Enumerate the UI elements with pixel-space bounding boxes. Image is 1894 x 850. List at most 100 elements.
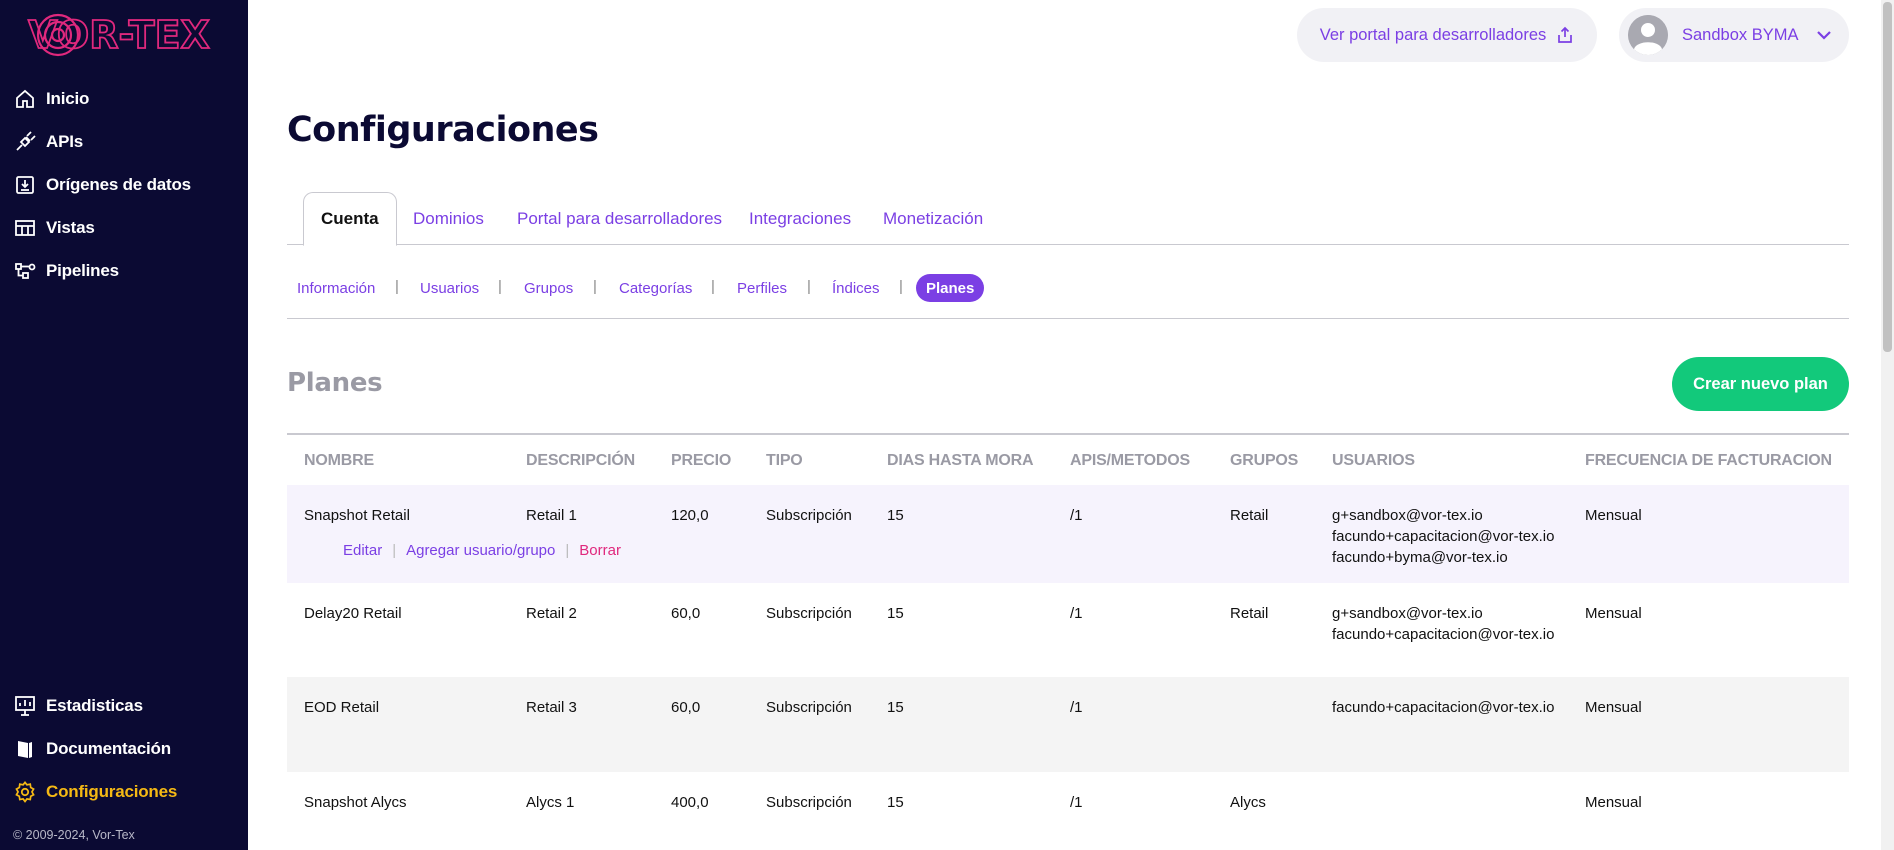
add-user-group-link[interactable]: Agregar usuario/grupo bbox=[406, 542, 555, 559]
sidebar-item-apis[interactable]: APIs bbox=[0, 120, 248, 163]
sidebar-item-origenes[interactable]: Orígenes de datos bbox=[0, 163, 248, 206]
separator: | bbox=[565, 542, 570, 559]
column-header[interactable]: PRECIO bbox=[671, 452, 731, 470]
table-row[interactable]: Snapshot Retail Retail 1 120,0 Subscripc… bbox=[287, 485, 1849, 583]
tab-monetizacion[interactable]: Monetización bbox=[883, 192, 983, 245]
tab-dominios[interactable]: Dominios bbox=[413, 192, 484, 245]
sidebar-item-pipelines[interactable]: Pipelines bbox=[0, 249, 248, 292]
cell-apis: /1 bbox=[1070, 794, 1083, 811]
column-header[interactable]: DIAS HASTA MORA bbox=[887, 452, 1034, 470]
subtab-perfiles[interactable]: Perfiles bbox=[737, 274, 787, 302]
user-email: facundo+capacitacion@vor-tex.io bbox=[1332, 699, 1555, 716]
subtab-informacion[interactable]: Información bbox=[297, 274, 375, 302]
cell-nombre: Snapshot Alycs bbox=[304, 794, 407, 811]
column-header[interactable]: GRUPOS bbox=[1230, 452, 1298, 470]
cell-usuarios: facundo+capacitacion@vor-tex.io bbox=[1332, 697, 1554, 718]
user-email: facundo+capacitacion@vor-tex.io bbox=[1332, 626, 1555, 643]
column-header[interactable]: NOMBRE bbox=[304, 452, 374, 470]
svg-text:VOR-TEX: VOR-TEX bbox=[28, 13, 210, 57]
sidebar-item-label: APIs bbox=[46, 131, 83, 151]
table-row[interactable]: EOD Retail Retail 3 60,0 Subscripción 15… bbox=[287, 677, 1849, 772]
cell-dias: 15 bbox=[887, 605, 904, 622]
cell-precio: 60,0 bbox=[671, 699, 701, 716]
cell-nombre: Delay20 Retail bbox=[304, 605, 402, 622]
cell-tipo: Subscripción bbox=[766, 794, 852, 811]
sidebar-item-label: Vistas bbox=[46, 217, 95, 237]
tab-integraciones[interactable]: Integraciones bbox=[749, 192, 851, 245]
dev-portal-button[interactable]: Ver portal para desarrolladores bbox=[1297, 8, 1597, 62]
sidebar-item-inicio[interactable]: Inicio bbox=[0, 77, 248, 120]
cell-frecuencia: Mensual bbox=[1585, 605, 1642, 622]
cell-tipo: Subscripción bbox=[766, 507, 852, 524]
plug-icon bbox=[14, 130, 36, 153]
copyright: © 2009-2024, Vor-Tex bbox=[13, 828, 135, 842]
scrollbar-thumb[interactable] bbox=[1883, 2, 1892, 352]
table-header: NOMBRE DESCRIPCIÓN PRECIO TIPO DIAS HAST… bbox=[287, 435, 1849, 485]
section-title: Planes bbox=[287, 368, 383, 398]
download-box-icon bbox=[14, 174, 36, 196]
pipeline-icon bbox=[14, 260, 36, 282]
sidebar: VOR-TEX Inicio APIs Orígenes de datos Vi… bbox=[0, 0, 248, 850]
cell-descripcion: Retail 1 bbox=[526, 507, 577, 524]
sidebar-item-vistas[interactable]: Vistas bbox=[0, 206, 248, 249]
sidebar-item-label: Inicio bbox=[46, 88, 90, 108]
tab-cuenta[interactable]: Cuenta bbox=[303, 192, 397, 246]
separator: | bbox=[392, 542, 397, 559]
subtab-indices[interactable]: Índices bbox=[832, 274, 880, 302]
dev-portal-label: Ver portal para desarrolladores bbox=[1319, 25, 1547, 44]
sidebar-item-configuraciones[interactable]: Configuraciones bbox=[0, 770, 248, 813]
sidebar-item-label: Configuraciones bbox=[46, 781, 178, 801]
sidebar-item-estadisticas[interactable]: Estadisticas bbox=[0, 684, 248, 727]
share-icon bbox=[1558, 26, 1573, 43]
table-row[interactable]: Delay20 Retail Retail 2 60,0 Subscripció… bbox=[287, 583, 1849, 677]
column-header[interactable]: DESCRIPCIÓN bbox=[526, 452, 635, 470]
column-header[interactable]: FRECUENCIA DE FACTURACION bbox=[1585, 452, 1832, 470]
subtab-grupos[interactable]: Grupos bbox=[524, 274, 573, 302]
cell-grupos: Alycs bbox=[1230, 794, 1266, 811]
table-row[interactable]: Snapshot Alycs Alycs 1 400,0 Subscripció… bbox=[287, 772, 1849, 850]
separator: | bbox=[807, 278, 811, 295]
cell-descripcion: Retail 2 bbox=[526, 605, 577, 622]
avatar bbox=[1628, 15, 1668, 55]
column-header[interactable]: USUARIOS bbox=[1332, 452, 1415, 470]
cell-grupos: Retail bbox=[1230, 507, 1269, 524]
chevron-down-icon bbox=[1817, 31, 1832, 40]
chart-icon bbox=[14, 695, 36, 717]
row-actions: Editar | Agregar usuario/grupo | Borrar bbox=[343, 542, 621, 559]
separator: | bbox=[899, 278, 903, 295]
cell-tipo: Subscripción bbox=[766, 605, 852, 622]
column-header[interactable]: APIS/METODOS bbox=[1070, 452, 1190, 470]
sidebar-item-label: Orígenes de datos bbox=[46, 174, 191, 194]
delete-link[interactable]: Borrar bbox=[579, 542, 621, 559]
sidebar-item-documentacion[interactable]: Documentación bbox=[0, 727, 248, 770]
home-icon bbox=[14, 88, 36, 110]
cell-dias: 15 bbox=[887, 699, 904, 716]
cell-descripcion: Alycs 1 bbox=[526, 794, 575, 811]
cell-dias: 15 bbox=[887, 794, 904, 811]
cell-nombre: EOD Retail bbox=[304, 699, 380, 716]
column-header[interactable]: TIPO bbox=[766, 452, 803, 470]
subtab-categorias[interactable]: Categorías bbox=[619, 274, 692, 302]
edit-link[interactable]: Editar bbox=[343, 542, 382, 559]
create-plan-button[interactable]: Crear nuevo plan bbox=[1672, 357, 1849, 411]
sidebar-item-label: Estadisticas bbox=[46, 695, 143, 715]
cell-precio: 60,0 bbox=[671, 605, 701, 622]
cell-apis: /1 bbox=[1070, 699, 1083, 716]
subtab-usuarios[interactable]: Usuarios bbox=[420, 274, 479, 302]
vortex-logo[interactable]: VOR-TEX bbox=[6, 8, 232, 62]
subtab-planes[interactable]: Planes bbox=[916, 274, 985, 302]
page-scrollbar[interactable] bbox=[1881, 0, 1894, 850]
user-email: facundo+byma@vor-tex.io bbox=[1332, 549, 1508, 566]
settings-tabs: Cuenta Dominios Portal para desarrollado… bbox=[287, 192, 1849, 246]
cell-usuarios: g+sandbox@vor-tex.io facundo+capacitacio… bbox=[1332, 603, 1554, 645]
user-menu-button[interactable]: Sandbox BYMA bbox=[1619, 8, 1849, 62]
user-email: g+sandbox@vor-tex.io bbox=[1332, 605, 1483, 622]
tab-portal-desarrolladores[interactable]: Portal para desarrolladores bbox=[517, 192, 722, 245]
cell-apis: /1 bbox=[1070, 605, 1083, 622]
sidebar-item-label: Pipelines bbox=[46, 260, 119, 280]
separator: | bbox=[395, 278, 399, 295]
cell-nombre: Snapshot Retail bbox=[304, 507, 410, 524]
cell-precio: 400,0 bbox=[671, 794, 709, 811]
user-email: g+sandbox@vor-tex.io bbox=[1332, 507, 1483, 524]
cell-descripcion: Retail 3 bbox=[526, 699, 577, 716]
